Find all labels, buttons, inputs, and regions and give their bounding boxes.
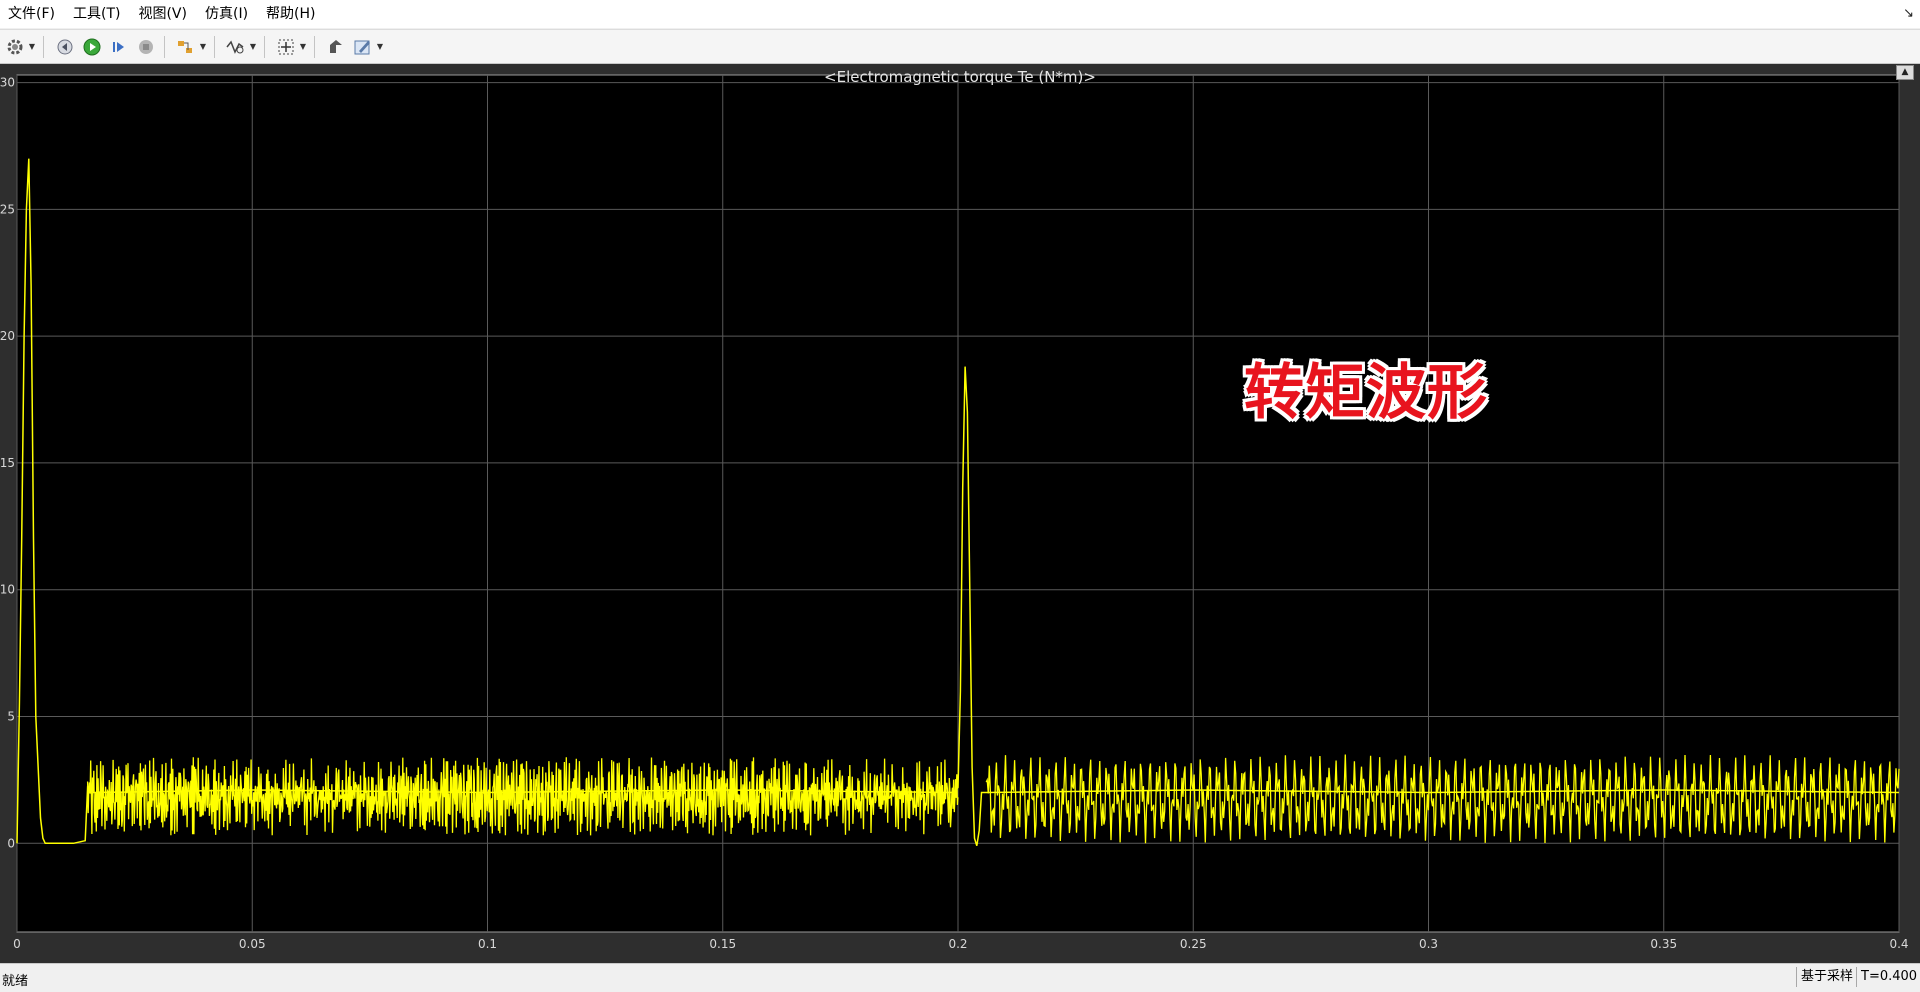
x-tick-label: 0.1	[478, 937, 497, 951]
overlay-caption: 转矩波形	[1244, 358, 1488, 428]
y-tick-label: 25	[0, 202, 15, 216]
run-button[interactable]	[80, 35, 104, 59]
highlight-dropdown[interactable]: ▼	[198, 35, 208, 59]
step-back-button[interactable]	[53, 35, 77, 59]
gear-icon	[7, 39, 23, 54]
status-text: 就绪	[2, 974, 29, 989]
undock-icon[interactable]: ↘	[1903, 6, 1914, 21]
toolbar-separator	[43, 35, 44, 58]
y-tick-label: 15	[0, 456, 15, 470]
step-forward-icon	[113, 41, 124, 52]
run-icon	[83, 38, 101, 55]
plot-axes[interactable]: 0 0.05 0.1 0.15 0.2 0.25 0.3 0.35 0.405101520253…	[0, 64, 1920, 963]
stop-button[interactable]	[134, 35, 158, 59]
menu-simulation[interactable]: 仿真(I)	[196, 0, 257, 28]
sim-time: T=0.400	[1856, 967, 1920, 987]
scope-display: 0 0.05 0.1 0.15 0.2 0.25 0.3 0.35 0.4 0 5 10 15 20 25 3…	[0, 64, 1920, 963]
zoom-dropdown[interactable]: ▼	[298, 35, 308, 59]
x-tick-label: 0.25	[1180, 937, 1207, 951]
y-tick-label: 0	[7, 836, 15, 850]
toolbar: ▼ ▼ ▼ ▼ ▼	[0, 29, 1920, 64]
style-dropdown[interactable]: ▼	[375, 35, 385, 59]
y-tick-label: 5	[7, 709, 15, 723]
y-tick-label: 10	[0, 583, 15, 597]
x-tick-label: 0	[13, 937, 21, 951]
highlight-icon	[178, 40, 192, 53]
stop-icon	[139, 39, 153, 54]
toolbar-separator	[264, 35, 265, 58]
toolbar-separator	[164, 35, 165, 58]
menu-view[interactable]: 视图(V)	[129, 0, 196, 28]
menu-help[interactable]: 帮助(H)	[257, 0, 324, 28]
plot-title: <Electromagnetic torque Te (N*m)>	[824, 68, 1096, 86]
parameters-icon	[330, 39, 342, 53]
x-tick-label: 0.05	[239, 937, 266, 951]
signal-selector-button[interactable]	[224, 35, 248, 59]
style-button[interactable]	[351, 35, 375, 59]
configuration-button[interactable]	[3, 35, 27, 59]
zoom-fit-icon	[278, 39, 294, 54]
status-bar: 就绪 基于采样 T=0.400	[0, 963, 1920, 992]
toolbar-separator	[314, 35, 315, 58]
style-icon	[354, 40, 370, 54]
highlight-button[interactable]	[174, 35, 198, 59]
y-tick-label: 20	[0, 329, 15, 343]
menu-tools[interactable]: 工具(T)	[64, 0, 129, 28]
zoom-fit-button[interactable]	[274, 35, 298, 59]
x-tick-label: 0.15	[709, 937, 736, 951]
x-tick-label: 0.35	[1650, 937, 1677, 951]
restore-layout-button[interactable]: ▲	[1896, 65, 1914, 80]
x-tick-label: 0.3	[1419, 937, 1438, 951]
parameters-button[interactable]	[324, 35, 348, 59]
signal-selector-icon	[226, 40, 244, 54]
rewind-icon	[57, 39, 73, 54]
step-forward-button[interactable]	[107, 35, 131, 59]
toolbar-separator	[214, 35, 215, 58]
signal-selector-dropdown[interactable]: ▼	[248, 35, 258, 59]
sample-mode: 基于采样	[1796, 967, 1857, 987]
menu-file[interactable]: 文件(F)	[0, 0, 64, 28]
configuration-dropdown[interactable]: ▼	[27, 35, 37, 59]
menu-bar: 文件(F) 工具(T) 视图(V) 仿真(I) 帮助(H) ↘	[0, 0, 1920, 28]
x-tick-label: 0.2	[948, 937, 967, 951]
x-tick-label: 0.4	[1889, 937, 1908, 951]
